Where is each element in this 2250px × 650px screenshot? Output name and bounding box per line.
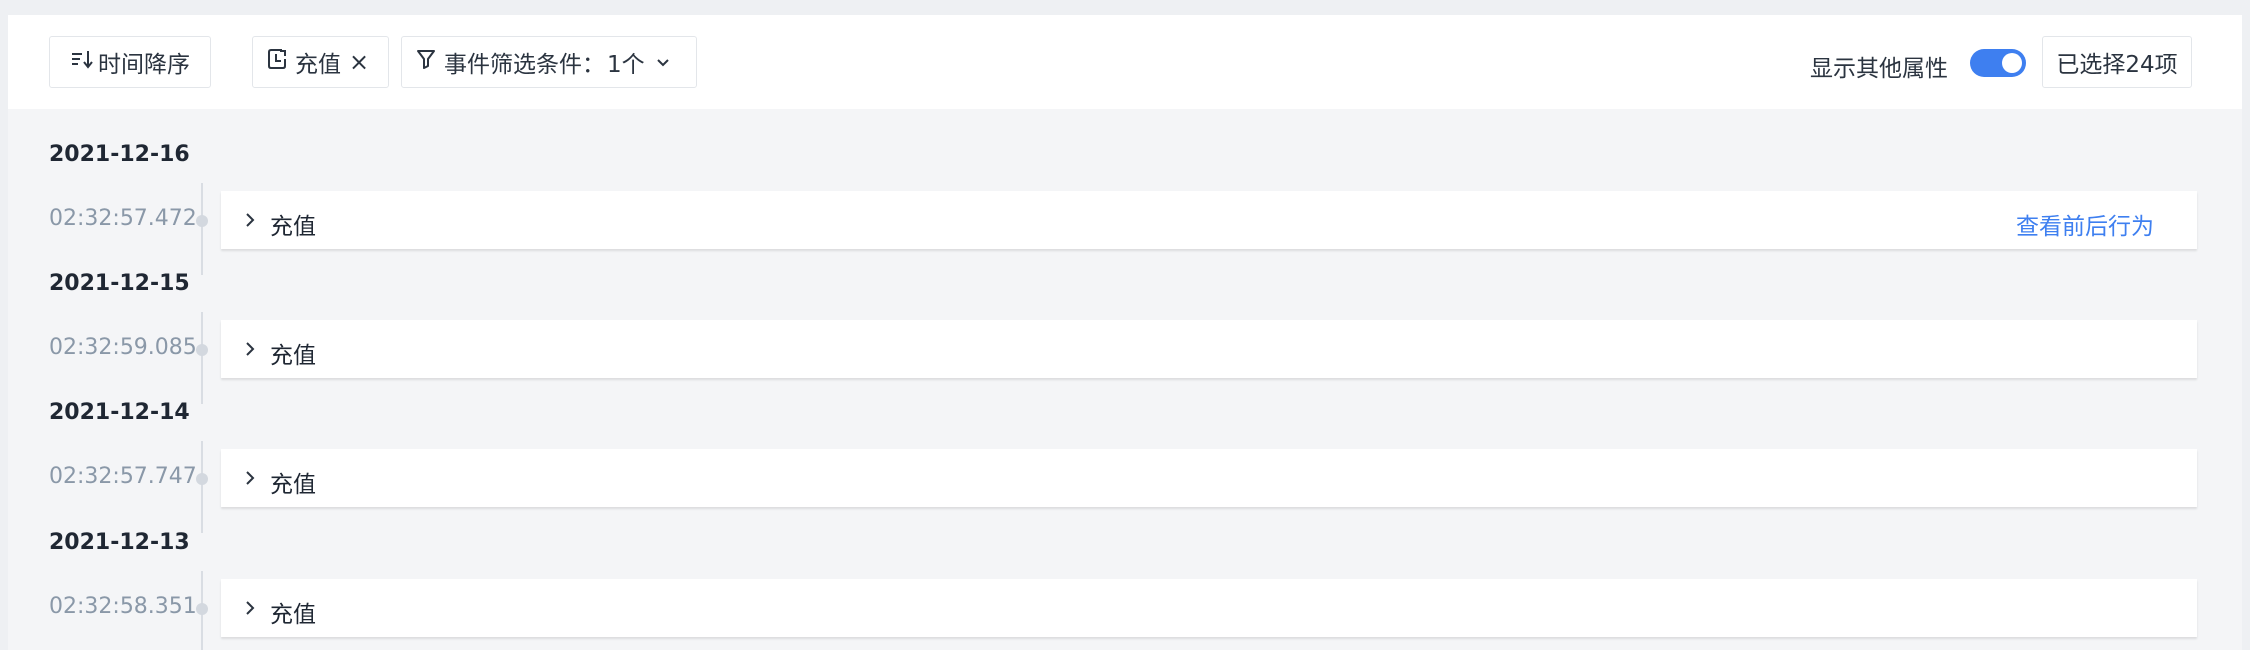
- chevron-right-icon[interactable]: [244, 340, 256, 362]
- date-heading: 2021-12-13: [49, 530, 190, 555]
- filter-conditions-count: 1个: [607, 52, 645, 78]
- event-time: 02:32:57.747: [49, 464, 197, 489]
- event-time: 02:32:58.351: [49, 594, 197, 619]
- date-heading: 2021-12-16: [49, 142, 190, 167]
- chevron-down-icon: [655, 49, 671, 75]
- date-heading: 2021-12-14: [49, 400, 190, 425]
- event-name: 充值: [270, 472, 316, 498]
- show-other-attributes-toggle[interactable]: [1970, 49, 2026, 77]
- show-other-attributes-label: 显示其他属性: [1810, 56, 1948, 82]
- timeline-dot: [196, 344, 208, 356]
- sort-order-button[interactable]: 时间降序: [49, 36, 211, 88]
- timeline-line: [201, 441, 203, 533]
- filter-funnel-icon: [416, 48, 436, 76]
- close-icon[interactable]: ×: [349, 50, 369, 74]
- chevron-right-icon[interactable]: [244, 599, 256, 621]
- event-time: 02:32:59.085: [49, 335, 197, 360]
- toolbar: 时间降序 充值 × 事件筛选条件： 1个 显示其他属性 已选择24项: [8, 15, 2242, 109]
- chevron-right-icon[interactable]: [244, 211, 256, 233]
- event-row[interactable]: 充值: [221, 449, 2197, 507]
- timeline-dot: [196, 603, 208, 615]
- event-name: 充值: [270, 214, 316, 240]
- selected-attributes-button[interactable]: 已选择24项: [2042, 36, 2192, 88]
- timeline-line: [201, 312, 203, 404]
- event-row[interactable]: 充值: [221, 579, 2197, 637]
- toggle-knob: [2002, 53, 2022, 73]
- event-filter-conditions-dropdown[interactable]: 事件筛选条件： 1个: [401, 36, 697, 88]
- sort-order-label: 时间降序: [98, 52, 190, 78]
- event-time: 02:32:57.472: [49, 206, 197, 231]
- event-name: 充值: [270, 602, 316, 628]
- view-surrounding-behavior-link[interactable]: 查看前后行为: [2016, 207, 2154, 241]
- event-row[interactable]: 充值 查看前后行为: [221, 191, 2197, 249]
- chevron-right-icon[interactable]: [244, 469, 256, 491]
- event-tag-label: 充值: [295, 52, 341, 78]
- selected-count-label: 已选择24项: [2056, 52, 2178, 78]
- timeline-dot: [196, 473, 208, 485]
- event-row[interactable]: 充值: [221, 320, 2197, 378]
- timeline-dot: [196, 215, 208, 227]
- timeline-line: [201, 183, 203, 275]
- sort-descending-icon: [70, 47, 96, 77]
- event-name: 充值: [270, 343, 316, 369]
- date-heading: 2021-12-15: [49, 271, 190, 296]
- event-icon: [267, 48, 287, 76]
- filter-conditions-label: 事件筛选条件：: [444, 52, 605, 78]
- event-filter-tag[interactable]: 充值 ×: [252, 36, 389, 88]
- behavior-timeline-panel: 时间降序 充值 × 事件筛选条件： 1个 显示其他属性 已选择24项 2021-…: [8, 15, 2242, 650]
